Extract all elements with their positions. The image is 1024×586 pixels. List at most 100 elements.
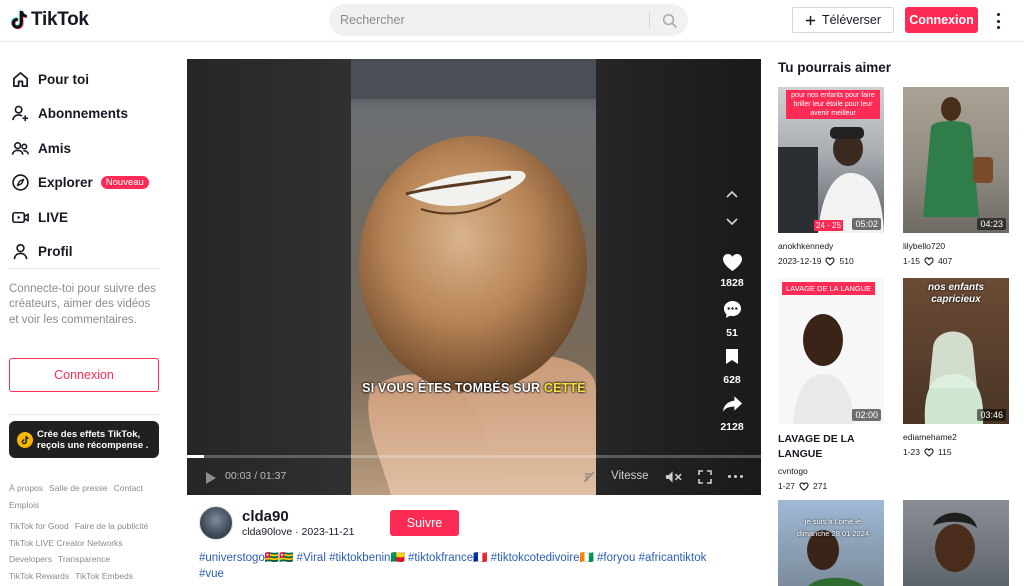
next-video-button[interactable] — [719, 209, 745, 235]
share-button[interactable]: 2128 — [712, 395, 752, 433]
video-username: cvntogo — [778, 466, 808, 476]
like-button[interactable]: 1828 — [712, 253, 752, 289]
heart-outline-icon — [924, 447, 934, 457]
search-bar — [329, 4, 688, 36]
video-progress-fill — [187, 455, 205, 458]
upload-button[interactable]: Téléverser — [792, 7, 894, 33]
thumbnail-art — [793, 314, 854, 424]
comment-button[interactable]: 51 — [712, 300, 752, 339]
video-duration: 05:02 — [852, 218, 881, 230]
more-options-icon[interactable] — [728, 475, 743, 478]
chevron-down-icon — [726, 218, 738, 226]
new-badge: Nouveau — [100, 176, 149, 190]
video-meta: 1-23 115 — [903, 447, 1009, 457]
recommended-video[interactable]: 04:23 lilybello720 1-15 407 — [903, 87, 1009, 266]
video-likes: 407 — [938, 256, 953, 266]
live-icon — [10, 207, 30, 227]
video-hashtags[interactable]: #universtogo🇹🇬🇹🇬 #Viral #tiktokbenin🇧🇯 #… — [199, 551, 719, 582]
footer-link[interactable]: À propos — [9, 483, 43, 493]
effects-banner[interactable]: Crée des effets TikTok, reçois une récom… — [9, 421, 159, 458]
caption-text: SI VOUS ÊTES TOMBÉS SUR — [362, 381, 544, 395]
user-plus-icon — [10, 104, 30, 124]
more-menu-icon[interactable] — [992, 11, 1004, 31]
follow-button[interactable]: Suivre — [390, 510, 459, 536]
sidebar-login-button[interactable]: Connexion — [9, 358, 159, 392]
sidebar-item-live[interactable]: LIVE — [10, 200, 149, 235]
footer-link[interactable]: Developers — [9, 554, 52, 564]
tiktok-note-icon — [10, 10, 28, 30]
video-meta: 2023-12-19 510 — [778, 256, 884, 266]
speed-button[interactable]: Vitesse — [611, 470, 649, 482]
heart-outline-icon — [924, 256, 934, 266]
thumbnail-overlay-text: LAVAGE DE LA LANGUE — [782, 282, 876, 295]
video-thumbnail: 04:23 — [903, 87, 1009, 233]
video-time: 00:03 / 01:37 — [225, 470, 287, 482]
sidebar-item-profile[interactable]: Profil — [10, 235, 149, 270]
recommended-video[interactable]: je suis à Lomé le dimanche 28 01 2024 — [778, 500, 884, 586]
sidebar-item-following[interactable]: Abonnements — [10, 97, 149, 132]
search-button[interactable] — [650, 4, 688, 36]
thumbnail-overlay-text: nos enfants capricieux — [927, 282, 985, 305]
play-button[interactable] — [205, 471, 217, 490]
heart-icon — [722, 253, 742, 272]
fullscreen-icon — [698, 470, 712, 484]
video-controls: 00:03 / 01:37 Vitesse — [187, 462, 761, 494]
recommended-video[interactable]: LAVAGE DE LA LANGUE 02:00 LAVAGE DE LA L… — [778, 278, 884, 491]
footer-link[interactable]: Contact — [114, 483, 143, 493]
video-duration: 04:23 — [977, 218, 1006, 230]
video-username: anokhkennedy — [778, 241, 834, 251]
previous-video-button[interactable] — [719, 181, 745, 207]
save-button[interactable]: 628 — [712, 348, 752, 386]
footer-link[interactable]: Emplois — [9, 500, 39, 510]
footer-link[interactable]: TikTok Rewards — [9, 571, 69, 581]
footer-link[interactable]: TikTok for Good — [9, 521, 69, 531]
sidebar: Pour toi Abonnements Amis Explorer Nouve… — [0, 42, 170, 586]
footer-link[interactable]: TikTok Embeds — [75, 571, 133, 581]
footer-link[interactable]: Salle de presse — [49, 483, 108, 493]
video-thumbnail: LAVAGE DE LA LANGUE 02:00 — [778, 278, 884, 424]
captions-off-button[interactable] — [581, 469, 597, 490]
sidebar-item-explore[interactable]: Explorer Nouveau — [10, 166, 149, 201]
video-progress-bar[interactable] — [187, 455, 761, 458]
tiktok-logo[interactable]: TikTok — [10, 9, 89, 31]
video-date: 1-15 — [903, 256, 921, 266]
video-likes: 115 — [938, 447, 952, 457]
video-title: LAVAGE DE LA LANGUE — [778, 433, 855, 460]
footer-link[interactable]: Transparence — [58, 554, 110, 564]
footer-links-2: TikTok for Good Faire de la publicité TikT… — [9, 518, 164, 584]
login-button[interactable]: Connexion — [905, 7, 978, 33]
save-count: 628 — [723, 374, 741, 386]
comment-icon — [723, 300, 741, 319]
mute-button[interactable] — [665, 470, 682, 489]
footer-link[interactable]: Faire de la publicité — [75, 521, 149, 531]
sidebar-item-label: Profil — [38, 244, 73, 260]
thumbnail-art — [807, 530, 864, 586]
captions-off-icon — [583, 471, 595, 483]
recommended-video[interactable]: nos enfants capricieux 03:46 ediamehame2… — [903, 278, 1009, 457]
home-icon — [10, 69, 30, 89]
sidebar-item-friends[interactable]: Amis — [10, 131, 149, 166]
comment-count: 51 — [726, 327, 738, 339]
login-hint-text: Connecte-toi pour suivre des créateurs, … — [9, 283, 157, 326]
footer-link[interactable]: TikTok LIVE Creator Networks — [9, 538, 123, 548]
fullscreen-button[interactable] — [698, 470, 712, 489]
video-duration: 02:00 — [852, 409, 881, 421]
compass-icon — [10, 173, 30, 193]
author-avatar[interactable] — [199, 506, 233, 540]
coin-icon — [17, 431, 33, 448]
coconut-scene — [351, 59, 596, 495]
sidebar-item-label: Pour toi — [38, 71, 89, 87]
video-duration: 03:46 — [977, 409, 1006, 421]
thumbnail-art — [923, 97, 993, 217]
video-meta: 1-15 407 — [903, 256, 1009, 266]
video-date: 2023-12-19 — [778, 256, 822, 266]
share-count: 2128 — [720, 421, 744, 433]
video-player[interactable]: SI VOUS ÊTES TOMBÉS SUR CETTE — [187, 59, 761, 495]
author-name[interactable]: clda90 — [242, 508, 289, 525]
recommended-video[interactable] — [903, 500, 1009, 586]
heart-outline-icon — [799, 481, 809, 491]
thumbnail-badge: 24 - 25 — [814, 220, 843, 231]
recommended-video[interactable]: pour nos enfants pour faire briller leur… — [778, 87, 884, 266]
search-input[interactable] — [329, 13, 649, 27]
sidebar-item-for-you[interactable]: Pour toi — [10, 62, 149, 97]
